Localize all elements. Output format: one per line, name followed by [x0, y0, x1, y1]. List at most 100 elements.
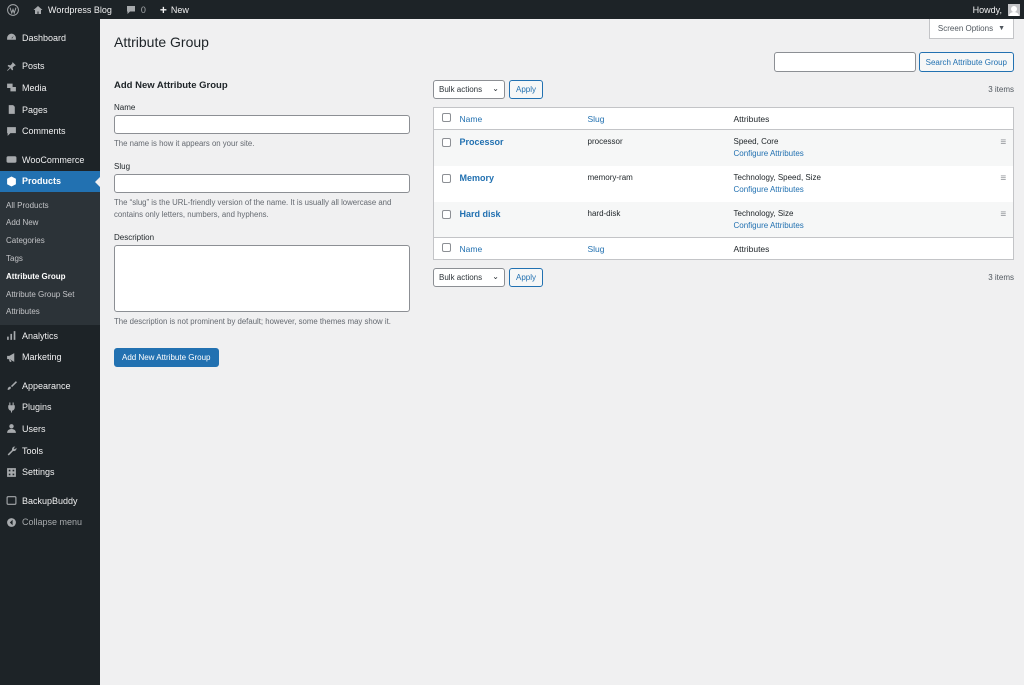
- tablenav-bottom: Bulk actions ⌄ Apply 3 items: [433, 267, 1014, 287]
- comments-count: 0: [140, 4, 146, 15]
- sidebar-item-analytics[interactable]: Analytics: [0, 325, 100, 347]
- row-attributes: Technology, Speed, Size: [733, 172, 821, 182]
- sidebar-item-plugins[interactable]: Plugins: [0, 397, 100, 419]
- search-button[interactable]: Search Attribute Group: [918, 52, 1014, 72]
- select-all-checkbox[interactable]: [442, 113, 451, 122]
- sidebar-item-tools[interactable]: Tools: [0, 440, 100, 462]
- sidebar-item-media[interactable]: Media: [0, 77, 100, 99]
- sidebar-item-settings[interactable]: Settings: [0, 461, 100, 483]
- slug-input[interactable]: [114, 174, 410, 193]
- slug-field: Slug The “slug” is the URL-friendly vers…: [114, 162, 410, 221]
- select-all-cell: [433, 107, 460, 130]
- sidebar-item-marketing[interactable]: Marketing: [0, 346, 100, 368]
- row-title-link[interactable]: Memory: [460, 173, 495, 183]
- drag-handle-icon[interactable]: ≡: [1000, 173, 1006, 184]
- list-panel: Bulk actions ⌄ Apply 3 items Name Slug A…: [433, 79, 1014, 287]
- chevron-down-icon: ⌄: [492, 271, 499, 281]
- pin-icon: [6, 61, 17, 72]
- name-input[interactable]: [114, 115, 410, 134]
- configure-attributes-link[interactable]: Configure Attributes: [734, 185, 994, 194]
- row-checkbox-cell: [434, 166, 460, 202]
- page-title: Attribute Group: [114, 34, 209, 50]
- table-row: Processor processor Speed, Core Configur…: [433, 129, 1014, 166]
- chevron-down-icon: ⌄: [492, 83, 499, 93]
- row-handle-cell: ≡: [994, 202, 1014, 238]
- add-new-attribute-group-button[interactable]: Add New Attribute Group: [114, 348, 219, 367]
- submenu-item-tags[interactable]: Tags: [0, 250, 100, 268]
- sidebar-item-products[interactable]: Products: [0, 170, 100, 193]
- sidebar-item-label: Comments: [22, 126, 66, 137]
- sidebar-item-label: Dashboard: [22, 32, 67, 43]
- dashboard-icon: [6, 32, 17, 43]
- table-row: Hard disk hard-disk Technology, Size Con…: [433, 201, 1014, 238]
- row-attributes-cell: Technology, Size Configure Attributes: [734, 202, 994, 238]
- sidebar-item-comments[interactable]: Comments: [0, 120, 100, 142]
- sidebar-item-appearance[interactable]: Appearance: [0, 375, 100, 397]
- apply-button[interactable]: Apply: [509, 79, 544, 99]
- apply-button[interactable]: Apply: [509, 267, 544, 287]
- sidebar-item-label: Plugins: [22, 402, 52, 413]
- admin-bar: Wordpress Blog 0 + New Howdy,: [0, 0, 1024, 19]
- column-header-name[interactable]: Name: [459, 107, 588, 130]
- row-title-link[interactable]: Processor: [460, 137, 504, 147]
- configure-attributes-link[interactable]: Configure Attributes: [734, 149, 994, 158]
- paintbrush-icon: [6, 380, 17, 391]
- sidebar-item-label: Marketing: [22, 352, 62, 363]
- wordpress-logo-button[interactable]: [0, 0, 26, 19]
- site-name: Wordpress Blog: [48, 4, 112, 15]
- site-name-link[interactable]: Wordpress Blog: [26, 0, 119, 19]
- screen-options-button[interactable]: Screen Options ▼: [928, 19, 1014, 39]
- submenu-item-all-products[interactable]: All Products: [0, 196, 100, 214]
- bulk-actions-select[interactable]: Bulk actions ⌄: [433, 79, 505, 99]
- sidebar-item-label: BackupBuddy: [22, 495, 78, 506]
- sidebar-item-label: Products: [22, 176, 62, 187]
- row-checkbox[interactable]: [442, 209, 451, 219]
- submenu-item-attributes[interactable]: Attributes: [0, 303, 100, 321]
- woocommerce-icon: [6, 154, 17, 165]
- bar-chart-icon: [6, 330, 17, 341]
- column-footer-attributes: Attributes: [733, 237, 994, 260]
- sidebar-item-pages[interactable]: Pages: [0, 99, 100, 121]
- bulk-actions-label: Bulk actions: [439, 272, 483, 282]
- row-checkbox[interactable]: [442, 138, 451, 147]
- comments-link[interactable]: 0: [119, 0, 153, 19]
- row-checkbox-cell: [434, 130, 460, 166]
- bulk-actions-select[interactable]: Bulk actions ⌄: [433, 267, 505, 287]
- description-help: The description is not prominent by defa…: [114, 317, 391, 326]
- add-form: Add New Attribute Group Name The name is…: [114, 79, 410, 367]
- box-icon: [6, 176, 17, 187]
- sidebar-item-users[interactable]: Users: [0, 418, 100, 440]
- select-all-cell: [433, 237, 460, 260]
- submenu-item-categories[interactable]: Categories: [0, 232, 100, 250]
- search-input[interactable]: [773, 52, 916, 72]
- configure-attributes-link[interactable]: Configure Attributes: [734, 221, 994, 230]
- column-footer-name[interactable]: Name: [459, 237, 588, 260]
- submenu-item-attribute-group[interactable]: Attribute Group: [0, 267, 100, 285]
- bulk-actions-label: Bulk actions: [439, 84, 483, 94]
- search-box: Search Attribute Group: [773, 52, 1014, 72]
- sidebar-item-posts[interactable]: Posts: [0, 56, 100, 78]
- row-title-link[interactable]: Hard disk: [460, 209, 501, 219]
- sidebar-item-dashboard[interactable]: Dashboard: [0, 27, 100, 49]
- sidebar-item-label: Collapse menu: [22, 517, 83, 528]
- user-icon: [6, 423, 17, 434]
- submenu-item-attribute-group-set[interactable]: Attribute Group Set: [0, 285, 100, 303]
- caret-down-icon: ▼: [998, 25, 1005, 32]
- collapse-menu-button[interactable]: Collapse menu: [0, 511, 100, 533]
- sidebar-item-backupbuddy[interactable]: BackupBuddy: [0, 490, 100, 512]
- row-checkbox[interactable]: [442, 173, 451, 183]
- sidebar-item-woocommerce[interactable]: WooCommerce: [0, 149, 100, 171]
- description-label: Description: [114, 233, 155, 242]
- submenu-item-add-new[interactable]: Add New: [0, 214, 100, 232]
- wordpress-icon: [7, 3, 19, 16]
- column-header-slug[interactable]: Slug: [587, 107, 734, 130]
- drag-handle-icon[interactable]: ≡: [1000, 209, 1006, 220]
- description-textarea[interactable]: [114, 245, 410, 312]
- my-account-menu[interactable]: Howdy,: [966, 0, 1024, 19]
- drag-handle-icon[interactable]: ≡: [1000, 137, 1006, 148]
- column-header-handle: [993, 107, 1014, 130]
- select-all-checkbox[interactable]: [442, 243, 451, 252]
- column-footer-slug[interactable]: Slug: [587, 237, 734, 260]
- new-content-link[interactable]: + New: [153, 0, 196, 19]
- collapse-icon: [6, 517, 17, 528]
